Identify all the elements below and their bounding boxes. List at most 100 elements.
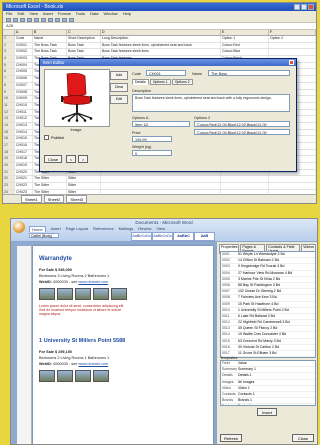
- table-cell[interactable]: CH012: [15, 116, 33, 122]
- table-cell[interactable]: Option 1: [221, 36, 269, 42]
- dialog-close-text-button[interactable]: Close: [44, 155, 62, 163]
- table-cell[interactable]: Colour:Red: [221, 203, 269, 204]
- table-cell[interactable]: [101, 176, 221, 183]
- webid-link-2[interactable]: www.domain.com: [78, 362, 108, 366]
- menu-item-view[interactable]: View: [29, 11, 38, 17]
- dialog-tab[interactable]: Options 2: [171, 79, 193, 85]
- table-cell[interactable]: CH008: [15, 89, 33, 96]
- table-cell[interactable]: CH001: [15, 42, 33, 49]
- column-header[interactable]: D: [101, 30, 221, 35]
- table-cell[interactable]: Boss Task features sleek lines, upholste…: [101, 42, 221, 49]
- table-cell[interactable]: Option 2: [269, 36, 316, 42]
- table-cell[interactable]: Boss Task: [67, 42, 101, 49]
- table-cell[interactable]: Sitter: [67, 183, 101, 189]
- dialog-tab[interactable]: Options 1: [149, 79, 171, 85]
- table-cell[interactable]: Long Description: [101, 36, 221, 42]
- office-button-icon[interactable]: [13, 221, 25, 233]
- print-icon[interactable]: [27, 18, 32, 22]
- ribbon-tab-insert[interactable]: Insert: [51, 226, 61, 232]
- close-button[interactable]: [308, 4, 314, 10]
- table-cell[interactable]: CH017: [15, 149, 33, 156]
- style-no-spacing[interactable]: AaBbCcDc: [152, 232, 173, 241]
- table-cell[interactable]: The Boss Task: [33, 49, 67, 56]
- publish-checkbox[interactable]: [44, 135, 49, 140]
- table-cell[interactable]: CH010: [15, 102, 33, 109]
- style-heading-1[interactable]: AaBbC: [173, 232, 194, 241]
- sort-icon[interactable]: [62, 18, 67, 22]
- options-2-field[interactable]: Colour:Red|12.00,Blue|12.00,Black|12.00: [194, 121, 290, 127]
- ribbon-tab-home[interactable]: Home: [29, 226, 46, 232]
- new-icon[interactable]: [6, 18, 11, 22]
- chart-icon[interactable]: [69, 18, 74, 22]
- name-box[interactable]: A28: [3, 23, 316, 30]
- style-title[interactable]: AaB: [194, 232, 215, 241]
- options-3-field[interactable]: Colour:Red|12.00,Blue|12.00,Black|12.00: [194, 129, 290, 135]
- menu-item-insert[interactable]: Insert: [43, 11, 53, 17]
- table-cell[interactable]: [101, 183, 221, 189]
- menu-item-data[interactable]: Data: [90, 11, 98, 17]
- menu-item-help[interactable]: Help: [123, 11, 131, 17]
- panel-close-button[interactable]: Close: [292, 434, 314, 442]
- ribbon-tab-page-layout[interactable]: Page Layout: [66, 226, 88, 232]
- table-cell[interactable]: CH020: [15, 169, 33, 176]
- copy-icon[interactable]: [41, 18, 46, 22]
- table-cell[interactable]: [269, 49, 316, 56]
- table-cell[interactable]: Executive: [67, 203, 101, 204]
- table-cell[interactable]: CH002: [15, 49, 33, 56]
- options-a-field[interactable]: Item 1D: [132, 121, 190, 127]
- table-cell[interactable]: The Sitter: [33, 176, 67, 183]
- open-icon[interactable]: [13, 18, 18, 22]
- save-icon[interactable]: [20, 18, 25, 22]
- font-name-box[interactable]: Calibri (Body): [29, 233, 59, 238]
- table-cell[interactable]: CH025: [15, 203, 33, 204]
- table-cell[interactable]: CH009: [15, 96, 33, 102]
- ribbon-tab-references[interactable]: References: [93, 226, 113, 232]
- table-cell[interactable]: The Executive: [33, 203, 67, 204]
- style-normal[interactable]: AaBbCcDc: [131, 232, 152, 241]
- table-cell[interactable]: CH011: [15, 109, 33, 116]
- refresh-button[interactable]: Refresh: [220, 434, 242, 442]
- sheet-tab[interactable]: Sheet2: [43, 195, 65, 203]
- table-cell[interactable]: [269, 42, 316, 49]
- table-cell[interactable]: CH015: [15, 136, 33, 142]
- menu-item-window[interactable]: Window: [103, 11, 117, 17]
- webid-link-1[interactable]: www.domain.com: [78, 280, 108, 284]
- column-header[interactable]: F: [269, 30, 316, 35]
- minimize-button[interactable]: [294, 4, 300, 10]
- table-cell[interactable]: Name: [33, 36, 67, 42]
- dialog-tab[interactable]: Details: [132, 79, 149, 85]
- table-cell[interactable]: Boss Task features sleek lines: [101, 49, 221, 56]
- template-list[interactable]: Field Value Summary Summary 1 Details Details…: [220, 360, 316, 406]
- table-cell[interactable]: The Boss Task: [33, 42, 67, 49]
- table-cell[interactable]: [221, 183, 269, 189]
- table-cell[interactable]: CH014: [15, 129, 33, 136]
- column-header[interactable]: [3, 30, 15, 35]
- sheet-tab[interactable]: Sheet1: [21, 195, 42, 203]
- table-cell[interactable]: The Sitter: [33, 183, 67, 189]
- column-header[interactable]: E: [221, 30, 269, 35]
- next-record-button[interactable]: >: [78, 155, 88, 163]
- price-field[interactable]: 199.99: [132, 136, 172, 142]
- image-edit-button[interactable]: Edit: [110, 95, 128, 104]
- table-cell[interactable]: CH018: [15, 156, 33, 163]
- template-item[interactable]: FooterFooter 1: [221, 404, 315, 405]
- table-cell[interactable]: Size:L: [269, 203, 316, 204]
- column-header[interactable]: B: [33, 30, 67, 35]
- table-cell[interactable]: CH003: [15, 56, 33, 62]
- table-cell[interactable]: Sitter: [67, 176, 101, 183]
- document-page[interactable]: Warrandyte For Sale $ 549,000 Bedrooms 3…: [33, 246, 213, 444]
- table-cell[interactable]: CH006: [15, 76, 33, 82]
- sheet-tab[interactable]: Sheet3: [66, 195, 88, 203]
- table-cell[interactable]: Colour:Blue: [221, 49, 269, 56]
- menu-item-edit[interactable]: Edit: [17, 11, 24, 17]
- table-cell[interactable]: CH016: [15, 143, 33, 149]
- code-field[interactable]: CH001: [146, 70, 186, 76]
- description-field[interactable]: Boss Task features sleek lines, upholste…: [132, 94, 290, 112]
- menu-item-tools[interactable]: Tools: [76, 11, 85, 17]
- weight-field[interactable]: 0: [132, 150, 172, 156]
- property-list[interactable]: 0001 51 Whyte Ln Warrandyte 3 Bd 0002 14 Cl…: [220, 251, 316, 358]
- cut-icon[interactable]: [34, 18, 39, 22]
- table-cell[interactable]: [269, 176, 316, 183]
- paste-icon[interactable]: [48, 18, 53, 22]
- insert-button[interactable]: Insert: [257, 408, 277, 416]
